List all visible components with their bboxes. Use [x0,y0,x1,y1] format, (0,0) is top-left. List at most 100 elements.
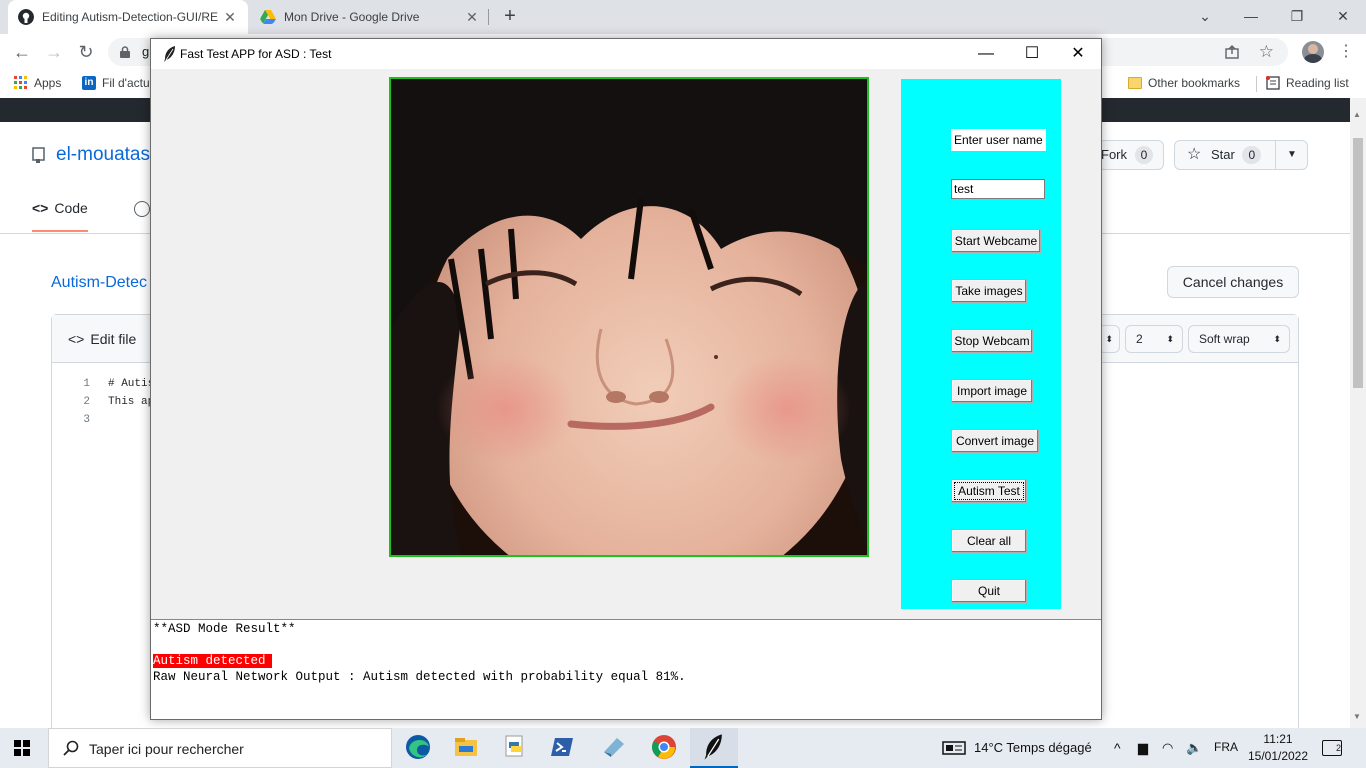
forward-arrow-icon[interactable]: → [42,40,66,64]
taskbar-clock[interactable]: 11:21 15/01/2022 [1246,731,1310,765]
reading-list[interactable]: Reading list [1266,76,1349,90]
tab-title: Editing Autism-Detection-GUI/RE [42,10,219,24]
windows-start-icon[interactable] [14,740,30,756]
indent-size-value: 2 [1136,332,1143,346]
line-number: 2 [83,396,90,408]
fork-label: Fork [1101,147,1127,162]
tab-search-button[interactable]: ⌄ [1182,4,1228,28]
star-button[interactable]: ☆ Star 0 ▼ [1174,140,1308,170]
fork-button[interactable]: Fork 0 [1098,140,1164,170]
tk-feather-icon[interactable] [690,728,738,768]
repo-owner: el-mouatas [56,144,150,165]
issues-icon[interactable] [134,201,150,217]
scroll-up-icon[interactable]: ▲ [1353,110,1361,119]
divider [1256,76,1257,92]
browser-minimize-button[interactable]: — [1228,4,1274,28]
scrollbar-thumb[interactable] [1353,138,1363,388]
star-bookmark-icon[interactable]: ☆ [1259,38,1274,66]
search-placeholder: Taper ici pour rechercher [89,741,244,757]
back-arrow-icon[interactable]: ← [10,40,34,64]
taskbar-search-input[interactable]: Taper ici pour rechercher [48,728,392,768]
tab-edit-file[interactable]: <> Edit file [68,331,136,347]
bookmark-apps[interactable]: Apps [14,76,61,90]
tab-label: Edit file [90,331,137,347]
notifications-icon[interactable]: 2 [1322,740,1342,756]
star-icon: ☆ [1187,146,1202,163]
tab-github-edit[interactable]: Editing Autism-Detection-GUI/RE ✕ [8,0,248,34]
captured-face-image [389,77,869,557]
indent-size-select[interactable]: 2 ⬍ [1125,325,1183,353]
windows-taskbar: Taper ici pour rechercher 14°C Temps dég… [0,728,1366,768]
line-number: 1 [83,378,90,390]
language-indicator[interactable]: FRA [1214,740,1238,754]
tab-code[interactable]: <> Code [32,200,88,232]
lock-icon [120,46,130,58]
bookmark-linkedin[interactable]: in Fil d'actu [82,76,150,90]
app-minimize-button[interactable]: — [963,39,1009,69]
user-name-input[interactable]: test [951,179,1045,199]
quit-button[interactable]: Quit [951,579,1027,603]
chevron-up-icon[interactable]: ^ [1114,740,1121,756]
child-face-photo [391,79,867,555]
app-close-button[interactable]: ✕ [1055,39,1101,69]
volume-icon[interactable]: 🔈 [1186,740,1202,756]
tab-divider [488,9,489,25]
chrome-icon[interactable] [644,734,684,764]
browser-close-button[interactable]: ✕ [1320,4,1366,28]
network-device-icon[interactable]: ▆ [1138,740,1148,756]
apps-grid-icon [14,76,27,89]
cancel-changes-button[interactable]: Cancel changes [1167,266,1299,298]
tab-label: Code [54,200,88,216]
start-webcam-button[interactable]: Start Webcame [951,229,1041,253]
close-icon[interactable]: ✕ [464,9,480,26]
edge-icon[interactable] [398,734,438,764]
app-maximize-button[interactable]: ☐ [1009,39,1055,69]
tab-google-drive[interactable]: Mon Drive - Google Drive ✕ [250,0,490,34]
weather-text[interactable]: 14°C Temps dégagé [974,740,1092,755]
kebab-menu-icon[interactable]: ⋮ [1334,40,1358,64]
avatar[interactable] [1302,41,1324,63]
reload-icon[interactable]: ↻ [74,40,98,64]
linkedin-icon: in [82,76,96,90]
code-icon: <> [32,200,49,216]
google-drive-icon [260,10,276,24]
share-icon[interactable] [1224,44,1240,60]
console-detail: Raw Neural Network Output : Autism detec… [153,670,686,684]
import-image-button[interactable]: Import image [951,379,1033,403]
powershell-icon[interactable] [542,734,582,764]
app-titlebar[interactable]: Fast Test APP for ASD : Test — ☐ ✕ [151,39,1101,69]
notification-count: 2 [1335,743,1341,753]
wifi-icon[interactable]: ◠ [1162,740,1173,756]
repo-icon [32,147,45,163]
user-name-label: Enter user name [951,129,1046,151]
bookmark-other[interactable]: Other bookmarks [1128,76,1240,90]
bookmark-label: Reading list [1286,76,1349,90]
result-console[interactable]: **ASD Mode Result** Autism detected Raw … [151,619,1101,719]
wrap-mode-value: Soft wrap [1199,332,1250,346]
weather-icon [942,741,966,755]
convert-image-button[interactable]: Convert image [951,429,1039,453]
autism-test-button[interactable]: Autism Test [951,479,1027,503]
new-tab-button[interactable]: + [498,5,522,29]
code-line[interactable]: This ap [108,396,154,408]
app-icon[interactable] [594,734,634,764]
scroll-down-icon[interactable]: ▼ [1353,712,1361,721]
page-scrollbar[interactable]: ▲ ▼ [1350,98,1366,728]
browser-restore-button[interactable]: ❐ [1274,4,1320,28]
file-explorer-icon[interactable] [446,734,486,764]
divider [1275,141,1276,169]
take-images-button[interactable]: Take images [951,279,1027,303]
clear-all-button[interactable]: Clear all [951,529,1027,553]
fork-count: 0 [1134,146,1154,164]
bookmark-label: Other bookmarks [1148,76,1241,90]
file-path[interactable]: Autism-Detec [51,274,147,292]
dropdown-caret-icon[interactable]: ▼ [1287,141,1297,169]
wrap-mode-select[interactable]: Soft wrap ⬍ [1188,325,1290,353]
repo-name[interactable]: el-mouatas [32,144,150,166]
folder-icon [1128,77,1142,89]
code-line[interactable]: # Autis [108,378,154,390]
stop-webcam-button[interactable]: Stop Webcam [951,329,1033,353]
reading-list-icon [1266,76,1280,90]
close-icon[interactable]: ✕ [222,9,238,26]
python-icon[interactable] [494,734,534,764]
